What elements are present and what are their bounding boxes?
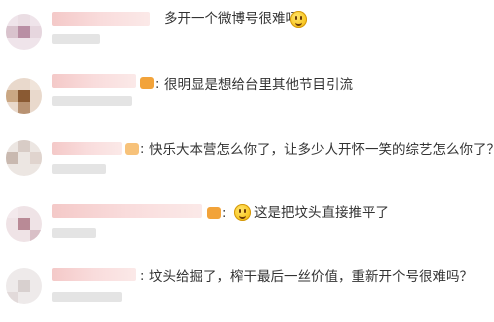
user-info-blurred bbox=[52, 228, 96, 238]
vip-badge-icon bbox=[140, 77, 154, 89]
comment-text: 很明显是想给台里其他节目引流 bbox=[164, 77, 353, 93]
vip-badge-icon bbox=[207, 207, 221, 219]
vip-badge-icon bbox=[125, 143, 139, 155]
comment-text: 坟头给掘了，榨干最后一丝价值，重新开个号很难吗？ bbox=[149, 269, 473, 285]
avatar[interactable] bbox=[6, 206, 42, 242]
user-info-blurred bbox=[52, 96, 132, 106]
comment-item: : 坟头给掘了，榨干最后一丝价值，重新开个号很难吗？ bbox=[0, 258, 494, 322]
smile-emoji-icon bbox=[290, 11, 307, 28]
avatar[interactable] bbox=[6, 268, 42, 304]
smile-emoji-icon bbox=[234, 204, 251, 221]
comment-item: : 这是把坟头直接推平了 bbox=[0, 196, 494, 260]
avatar[interactable] bbox=[6, 140, 42, 176]
username-blurred[interactable] bbox=[52, 74, 136, 88]
username-blurred[interactable] bbox=[52, 12, 150, 26]
colon-separator: : bbox=[140, 142, 145, 157]
user-info-blurred bbox=[52, 34, 100, 44]
colon-separator: : bbox=[140, 269, 145, 284]
username-blurred[interactable] bbox=[52, 142, 122, 155]
user-info-blurred bbox=[52, 292, 122, 302]
comment-text: 快乐大本营怎么你了，让多少人开怀一笑的综艺怎么你了？ bbox=[149, 142, 494, 158]
comment-item: 多开一个微博号很难吗 bbox=[0, 4, 494, 68]
comment-item: : 很明显是想给台里其他节目引流 bbox=[0, 68, 494, 132]
colon-separator: : bbox=[222, 206, 227, 221]
username-blurred[interactable] bbox=[52, 204, 202, 218]
comment-text: 这是把坟头直接推平了 bbox=[254, 205, 389, 221]
comment-item: : 快乐大本营怎么你了，让多少人开怀一笑的综艺怎么你了？ bbox=[0, 132, 494, 196]
comment-text: 多开一个微博号很难吗 bbox=[164, 11, 299, 27]
avatar[interactable] bbox=[6, 14, 42, 50]
colon-separator: : bbox=[155, 77, 160, 92]
username-blurred[interactable] bbox=[52, 268, 136, 281]
avatar[interactable] bbox=[6, 78, 42, 114]
user-info-blurred bbox=[52, 164, 106, 174]
